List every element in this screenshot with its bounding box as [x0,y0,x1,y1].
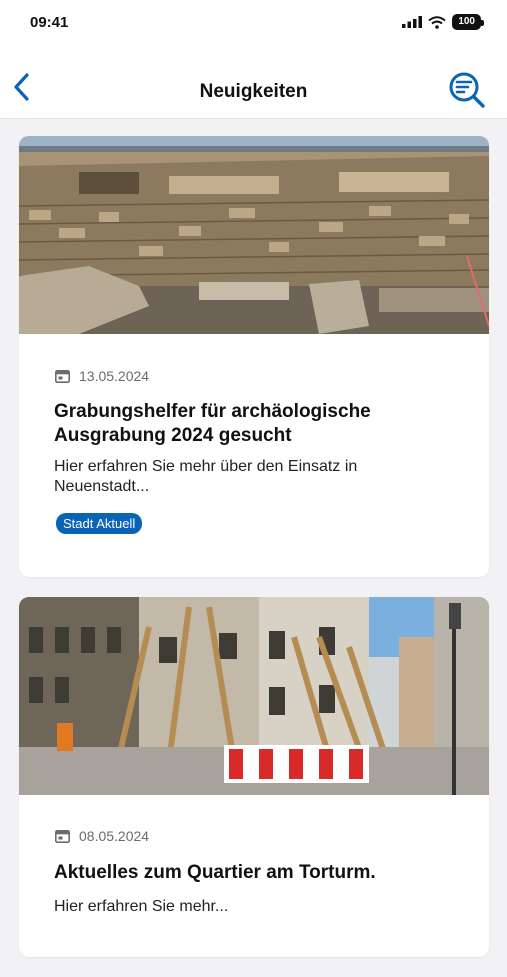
article-image-torturm [19,597,489,795]
news-card[interactable]: 08.05.2024 Aktuelles zum Quartier am Tor… [19,597,489,957]
search-filter-icon[interactable] [447,71,487,109]
calendar-icon [55,369,70,383]
article-date: 08.05.2024 [79,828,150,844]
page-title: Neuigkeiten [199,81,308,102]
battery-indicator: 100 [452,14,484,30]
news-card[interactable]: 13.05.2024 Grabungshelfer für archäologi… [19,136,489,577]
news-list: 13.05.2024 Grabungshelfer für archäologi… [19,136,489,977]
article-teaser: Hier erfahren Sie mehr über den Einsatz … [54,458,358,495]
article-title[interactable]: Grabungshelfer für archäologische Ausgra… [54,400,434,448]
status-time: 09:41 [30,14,69,31]
wifi-icon [428,15,446,29]
category-badge[interactable]: Stadt Aktuell [56,513,143,534]
calendar-icon [55,829,70,843]
navigation-bar: Neuigkeiten [0,46,507,119]
article-date: 13.05.2024 [79,368,150,384]
status-icons: 100 [402,14,484,30]
status-bar: 09:41 100 [0,0,507,46]
article-meta: 08.05.2024 [55,828,149,844]
article-meta: 13.05.2024 [55,368,149,384]
article-teaser: Hier erfahren Sie mehr... [54,898,229,915]
article-title[interactable]: Aktuelles zum Quartier am Torturm. [54,861,434,885]
cellular-signal-icon [402,16,423,28]
article-image-excavation [19,136,489,334]
